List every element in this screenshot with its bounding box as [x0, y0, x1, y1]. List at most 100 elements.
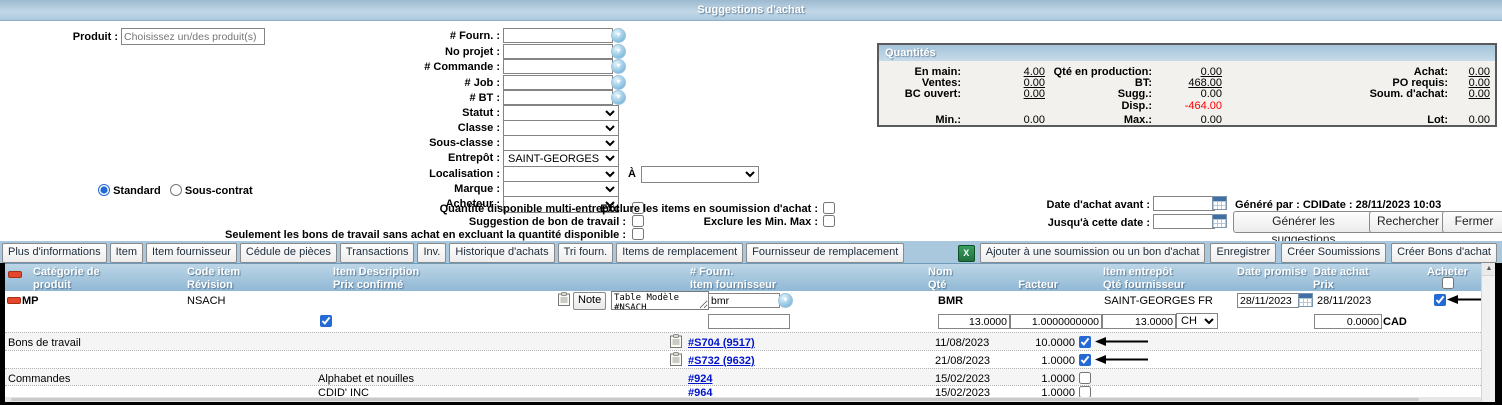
bt-link[interactable]: #S732 (9632): [688, 355, 755, 367]
grid-frame-left: [0, 263, 5, 405]
item-qte-fournisseur-input[interactable]: [1102, 314, 1176, 329]
cmd-date: 15/02/2023: [935, 373, 990, 385]
item-note-icon[interactable]: [558, 292, 570, 306]
max-value: 0.00: [1152, 115, 1222, 126]
standard-radio[interactable]: [98, 184, 110, 196]
date-promise-calendar-icon[interactable]: [1298, 293, 1313, 307]
prix-confirme-checkbox[interactable]: [320, 315, 332, 327]
item-devise: CAD: [1383, 316, 1407, 328]
exclure-soumission-label: Exclure les items en soumission d'achat …: [600, 203, 818, 215]
fermer-button[interactable]: Fermer: [1442, 211, 1502, 233]
bt-acheter-checkbox[interactable]: [1079, 336, 1091, 348]
col-code-item-header[interactable]: Code itemRévision: [187, 266, 240, 292]
localisation-label: Localisation :: [429, 168, 500, 180]
generer-suggestions-button[interactable]: Générer les suggestions: [1233, 211, 1374, 233]
unite-select[interactable]: CH: [1176, 313, 1218, 329]
bt-label: # BT :: [469, 92, 500, 104]
item-qte-input[interactable]: [938, 314, 1010, 329]
item-description-textarea[interactable]: Table Modèle #NSACH: [611, 291, 709, 310]
item-date-achat: 28/11/2023: [1317, 295, 1371, 307]
creer-bons-achat-button[interactable]: Créer Bons d'achat: [1391, 243, 1497, 263]
col-date-promise-header[interactable]: Date promise: [1237, 266, 1307, 279]
exclure-min-max-checkbox[interactable]: [823, 215, 835, 227]
item-acheter-checkbox[interactable]: [1434, 294, 1446, 306]
excel-export-icon[interactable]: X: [958, 245, 975, 262]
creer-soumissions-button[interactable]: Créer Soumissions: [1281, 243, 1386, 263]
tab-item[interactable]: Item: [110, 243, 143, 263]
job-label: # Job :: [465, 77, 500, 89]
acheter-all-checkbox[interactable]: [1442, 277, 1454, 289]
fourn-picker-icon[interactable]: [611, 28, 626, 43]
tab-items-remplacement[interactable]: Items de remplacement: [616, 243, 743, 263]
cmd-description: Alphabet et nouilles: [318, 373, 414, 385]
col-fournisseur-header[interactable]: # Fourn.Item fournisseur: [690, 266, 776, 292]
col-item-entrepot-header[interactable]: Item entrepôtQté fournisseur: [1103, 266, 1185, 292]
min-label: Min.:: [881, 115, 961, 126]
produit-input[interactable]: [121, 28, 265, 45]
col-nom-qte-header[interactable]: NomQté: [928, 266, 952, 292]
cmd-acheter-checkbox[interactable]: [1079, 372, 1091, 384]
item-prix-input[interactable]: [1314, 314, 1382, 329]
entrepot-select[interactable]: SAINT-GEORGES FR: [503, 150, 619, 167]
fourn-input[interactable]: [503, 28, 613, 43]
date-achat-avant-calendar-icon[interactable]: [1212, 196, 1227, 210]
bt-picker-icon[interactable]: [611, 90, 626, 105]
tab-transactions[interactable]: Transactions: [340, 243, 415, 263]
tab-item-fournisseur[interactable]: Item fournisseur: [146, 243, 237, 263]
multi-entrepot-label: Quantité disponible multi-entrepôt :: [440, 203, 626, 215]
sugg-value: 0.00: [1152, 89, 1222, 100]
bt-note-icon[interactable]: [670, 352, 682, 366]
category-marker-icon: [8, 271, 22, 278]
bt-link[interactable]: #S704 (9517): [688, 337, 755, 349]
item-facteur-input[interactable]: [1010, 314, 1102, 329]
bt-input[interactable]: [503, 90, 613, 105]
enregistrer-button[interactable]: Enregistrer: [1210, 243, 1276, 263]
action-bar: X Ajouter à une soumission ou un bon d'a…: [958, 243, 1497, 263]
jusqua-date-calendar-icon[interactable]: [1212, 214, 1227, 228]
sous-contrat-radio[interactable]: [170, 184, 182, 196]
commande-input[interactable]: [503, 59, 613, 74]
suggestion-bt-checkbox[interactable]: [632, 215, 644, 227]
col-date-achat-header[interactable]: Date achatPrix: [1313, 266, 1369, 292]
cmd-link[interactable]: #924: [688, 373, 712, 385]
disp-value: -464.00: [1152, 101, 1222, 112]
projet-input[interactable]: [503, 44, 613, 59]
date-achat-avant-label: Date d'achat avant :: [1047, 199, 1150, 211]
window-title-bar: Suggestions d'achat: [0, 0, 1502, 21]
ajouter-soumission-button[interactable]: Ajouter à une soumission ou un bon d'ach…: [980, 243, 1206, 263]
bt-date: 11/08/2023: [935, 337, 989, 349]
tab-plus-informations[interactable]: Plus d'informations: [2, 243, 107, 263]
tab-inv[interactable]: Inv.: [417, 243, 446, 263]
tab-tri-fourn[interactable]: Tri fourn.: [558, 243, 614, 263]
tab-fournisseur-remplacement[interactable]: Fournisseur de remplacement: [746, 243, 904, 263]
projet-picker-icon[interactable]: [611, 44, 626, 59]
tab-cedule-pieces[interactable]: Cédule de pièces: [240, 243, 337, 263]
jusqua-date-input[interactable]: [1153, 214, 1215, 229]
bt-note-icon[interactable]: [670, 334, 682, 348]
job-input[interactable]: [503, 75, 613, 90]
date-achat-avant-input[interactable]: [1153, 196, 1215, 211]
note-button[interactable]: Note: [573, 292, 606, 310]
suggestion-bt-label: Suggestion de bon de travail :: [469, 216, 626, 228]
seulement-bt-checkbox[interactable]: [632, 228, 644, 240]
item-row-marker-icon: [7, 297, 21, 304]
item-fournisseur-secondary-input[interactable]: [708, 314, 790, 329]
fournisseur-picker-icon[interactable]: [778, 293, 793, 308]
generation-date-text: Date : 28/11/2023 10:03: [1322, 199, 1441, 211]
horizontal-scrollbar-thumb[interactable]: [11, 398, 1419, 401]
quantites-column-2: Qté en production:0.00 BT:468.00 Sugg.:0…: [1022, 67, 1222, 126]
rechercher-button[interactable]: Rechercher: [1369, 211, 1447, 233]
localisation-to-select[interactable]: [641, 166, 759, 183]
classe-label: Classe :: [458, 122, 500, 134]
col-description-header[interactable]: Item DescriptionPrix confirmé: [333, 266, 419, 292]
exclure-soumission-checkbox[interactable]: [823, 202, 835, 214]
col-categorie-header[interactable]: Catégorie deproduit: [33, 266, 100, 292]
date-promise-input[interactable]: [1237, 293, 1299, 308]
soum-achat-value[interactable]: 0.00: [1448, 89, 1490, 100]
commande-picker-icon[interactable]: [611, 59, 626, 74]
bt-acheter-checkbox[interactable]: [1079, 354, 1091, 366]
item-fournisseur-input[interactable]: [708, 293, 780, 308]
vertical-scrollbar[interactable]: [1481, 263, 1496, 402]
job-picker-icon[interactable]: [611, 75, 626, 90]
tab-historique-achats[interactable]: Historique d'achats: [449, 243, 554, 263]
